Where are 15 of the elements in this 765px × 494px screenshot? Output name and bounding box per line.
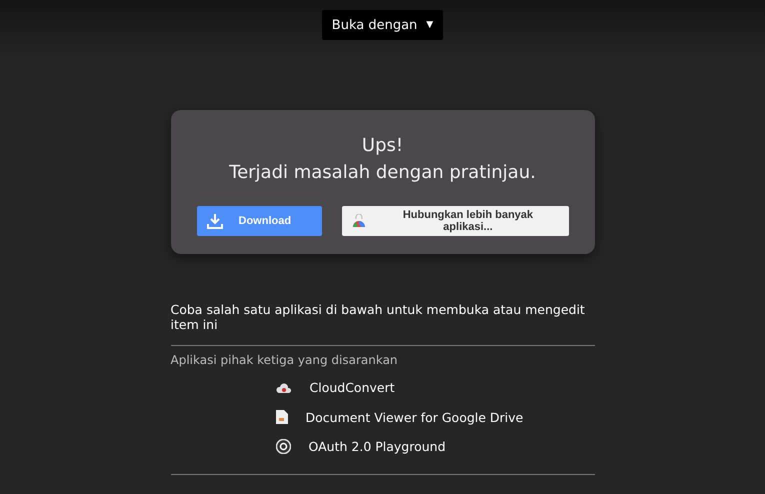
badge-icon [276,439,290,454]
app-link[interactable]: OAuth 2.0 Playground [308,439,446,454]
section-heading: Aplikasi pihak ketiga yang disarankan [170,353,399,367]
shopping-bag-icon [352,214,366,228]
cloud-icon [276,382,292,394]
caret-icon: ▼ [426,20,434,30]
open-with-button[interactable]: Buka dengan ▼ [322,10,444,40]
app-link[interactable]: CloudConvert [310,380,395,396]
connect-apps-button[interactable]: Hubungkan lebih banyak aplikasi... [342,206,568,236]
error-message: Terjadi masalah dengan pratinjau. [229,161,536,185]
hint-text: Coba salah satu aplikasi di bawah untuk membuka atau mengedit item ini [170,302,594,346]
download-icon [206,213,222,229]
error-title: Ups! [362,134,404,158]
document-icon [276,410,288,424]
app-link[interactable]: Document Viewer for Google Drive [306,410,524,425]
